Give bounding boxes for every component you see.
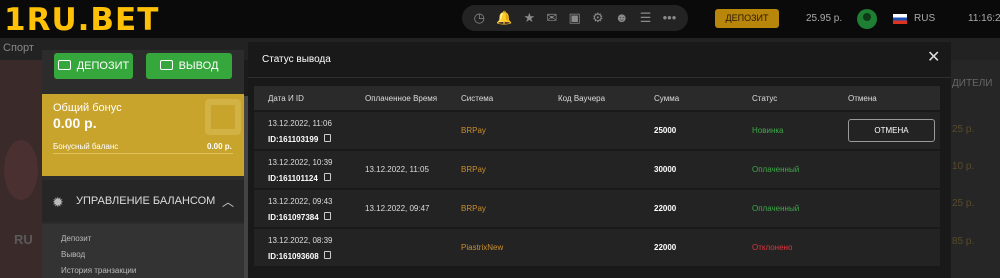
row-sum: 22000 xyxy=(654,243,677,252)
row-system: BRPay xyxy=(461,165,486,174)
column-header-status: Статус xyxy=(752,94,778,103)
bonus-amount: 0.00 р. xyxy=(53,115,97,131)
row-system: BRPay xyxy=(461,204,486,213)
language-select[interactable]: RUS xyxy=(914,13,935,24)
background-right-value: 25 р. xyxy=(952,198,975,209)
menu-item-transaction-history[interactable]: История транзакции xyxy=(61,266,136,275)
row-sum: 25000 xyxy=(654,126,677,135)
column-header-date-id: Дата И ID xyxy=(268,94,304,103)
icon-toolbar: ◷ 🔔 ★ ✉ ▣ ⚙ ☻ ☰ ••• xyxy=(462,5,688,31)
nav-item-sport[interactable]: Спорт xyxy=(3,42,34,54)
history-icon[interactable]: ◷ xyxy=(474,5,485,31)
background-ru-text: RU xyxy=(14,232,33,247)
row-status: Новинка xyxy=(752,126,784,135)
row-status: Отклонено xyxy=(752,243,793,252)
row-status: Оплаченный xyxy=(752,204,800,213)
close-icon[interactable]: ✕ xyxy=(927,50,940,66)
bell-icon[interactable]: 🔔 xyxy=(496,5,512,31)
copy-icon[interactable] xyxy=(324,173,331,181)
row-sum: 22000 xyxy=(654,204,677,213)
table-row: 13.12.2022, 11:06 ID:161103199 BRPay 250… xyxy=(254,111,940,149)
row-id: ID:161103199 xyxy=(268,135,319,144)
puzzle-icon xyxy=(205,99,241,135)
table-row: 13.12.2022, 09:43 ID:161097384 13.12.202… xyxy=(254,189,940,227)
column-header-voucher: Код Ваучера xyxy=(558,94,606,103)
row-paid-time: 13.12.2022, 09:47 xyxy=(365,204,430,213)
row-system: BRPay xyxy=(461,126,486,135)
cancel-withdrawal-button[interactable]: ОТМЕНА xyxy=(848,119,935,142)
menu-item-withdraw[interactable]: Вывод xyxy=(61,250,85,259)
column-header-cancel: Отмена xyxy=(848,94,877,103)
chevron-up-icon[interactable]: ︿ xyxy=(222,193,234,210)
row-paid-time: 13.12.2022, 11:05 xyxy=(365,165,429,174)
russia-flag-icon[interactable] xyxy=(893,14,907,24)
modal-divider xyxy=(248,77,951,78)
row-id: ID:161101124 xyxy=(268,174,318,183)
list-icon[interactable]: ☰ xyxy=(640,5,652,31)
menu-item-deposit[interactable]: Депозит xyxy=(61,234,91,243)
table-row: 13.12.2022, 10:39 ID:161101124 13.12.202… xyxy=(254,150,940,188)
table-row: 13.12.2022, 08:39 ID:161093608 PiastrixN… xyxy=(254,228,940,266)
avatar[interactable] xyxy=(857,9,877,29)
row-date: 13.12.2022, 09:43 xyxy=(268,197,333,206)
withdraw-button[interactable]: ВЫВОД xyxy=(146,53,232,79)
bonus-balance-label: Бонусный баланс xyxy=(53,142,119,151)
star-icon[interactable]: ★ xyxy=(524,5,536,31)
background-right-value: 25 р. xyxy=(952,124,975,135)
deposit-button[interactable]: ДЕПОЗИТ xyxy=(54,53,133,79)
account-side-panel: ДЕПОЗИТ ВЫВОД Общий бонус 0.00 р. Бонусн… xyxy=(42,50,244,278)
site-logo[interactable]: 1RU.BET xyxy=(4,2,159,38)
header-clock: 11:16:27 xyxy=(968,13,1000,24)
row-date: 13.12.2022, 11:06 xyxy=(268,119,332,128)
column-header-paid-time: Оплаченное Время xyxy=(365,94,438,103)
deposit-button-label: ДЕПОЗИТ xyxy=(76,60,130,72)
withdraw-button-label: ВЫВОД xyxy=(178,60,219,72)
row-status: Оплаченный xyxy=(752,165,800,174)
row-system: PiastrixNew xyxy=(461,243,504,252)
header-deposit-button[interactable]: ДЕПОЗИТ xyxy=(715,9,779,28)
wallet-icon xyxy=(57,60,71,70)
support-icon[interactable]: ☻ xyxy=(615,5,629,31)
row-date: 13.12.2022, 10:39 xyxy=(268,158,333,167)
copy-icon[interactable] xyxy=(324,134,331,142)
row-sum: 30000 xyxy=(654,165,677,174)
row-id: ID:161097384 xyxy=(268,213,319,222)
column-header-system: Система xyxy=(461,94,494,103)
bonus-divider xyxy=(53,153,233,154)
header-balance: 25.95 р. xyxy=(806,13,843,24)
balance-management-header[interactable]: ✹ УПРАВЛЕНИЕ БАЛАНСОМ ︿ xyxy=(42,180,244,222)
balance-management-label: УПРАВЛЕНИЕ БАЛАНСОМ xyxy=(76,195,216,207)
background-right-value: 85 р. xyxy=(952,236,975,247)
bonus-title: Общий бонус xyxy=(53,102,122,114)
background-right-header: ДИТЕЛИ xyxy=(952,78,993,89)
withdraw-icon xyxy=(159,60,173,70)
row-id: ID:161093608 xyxy=(268,252,319,261)
bonus-balance-value: 0.00 р. xyxy=(207,142,232,151)
modal-title: Статус вывода xyxy=(262,54,331,65)
background-right-value: 10 р. xyxy=(952,161,975,172)
copy-icon[interactable] xyxy=(324,212,331,220)
balance-menu: Депозит Вывод История транзакции xyxy=(42,224,244,278)
column-header-sum: Сумма xyxy=(654,94,680,103)
table-header: Дата И ID Оплаченное Время Система Код В… xyxy=(254,86,940,110)
settings-cog-icon: ✹ xyxy=(52,194,64,210)
gear-icon[interactable]: ⚙ xyxy=(592,5,604,31)
mail-icon[interactable]: ✉ xyxy=(546,5,557,31)
withdrawal-status-modal: Статус вывода ✕ Дата И ID Оплаченное Вре… xyxy=(248,42,951,278)
row-date: 13.12.2022, 08:39 xyxy=(268,236,333,245)
copy-icon[interactable] xyxy=(324,251,331,259)
more-icon[interactable]: ••• xyxy=(663,5,677,31)
gift-icon[interactable]: ▣ xyxy=(569,5,581,31)
bonus-card: Общий бонус 0.00 р. xyxy=(42,94,244,176)
top-bar: 1RU.BET ◷ 🔔 ★ ✉ ▣ ⚙ ☻ ☰ ••• ДЕПОЗИТ 25.9… xyxy=(0,0,1000,38)
page: 1RU.BET ◷ 🔔 ★ ✉ ▣ ⚙ ☻ ☰ ••• ДЕПОЗИТ 25.9… xyxy=(0,0,1000,278)
